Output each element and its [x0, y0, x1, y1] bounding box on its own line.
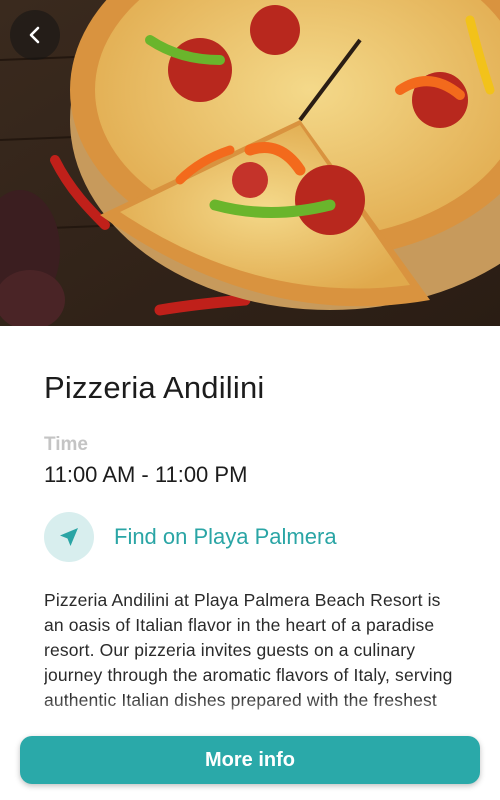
time-label: Time [44, 434, 89, 455]
restaurant-title: Pizzeria Andilini [44, 370, 265, 405]
hero-image [0, 0, 500, 326]
chevron-left-icon [29, 26, 40, 44]
restaurant-details: Pizzeria Andilini Time 11:00 AM - 11:00 … [0, 326, 500, 800]
find-location-label[interactable]: Find on Playa Palmera [114, 524, 337, 550]
find-location-link[interactable]: Find on Playa Palmera [44, 512, 337, 562]
more-info-button[interactable]: More info [20, 736, 480, 784]
locate-button[interactable] [44, 512, 94, 562]
navigation-arrow-icon [60, 528, 78, 546]
description-fade [0, 696, 500, 736]
pizza-photo [0, 0, 500, 326]
opening-hours: 11:00 AM - 11:00 PM [44, 462, 248, 487]
back-button[interactable] [10, 10, 60, 60]
